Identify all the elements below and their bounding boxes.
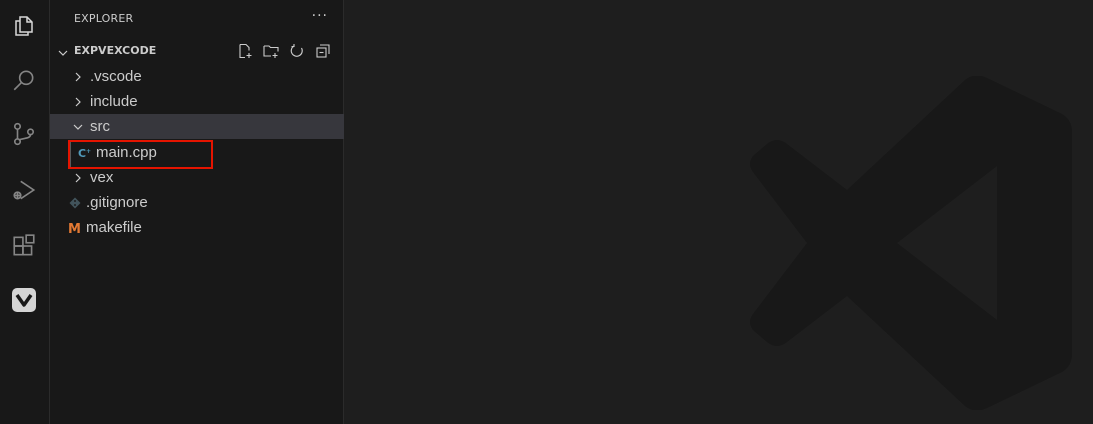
- sidebar-header: EXPLORER ···: [50, 0, 344, 38]
- chevron-down-icon: [57, 44, 69, 63]
- chevron-right-icon: [70, 170, 86, 186]
- workspace-actions: [236, 42, 332, 60]
- highlight-annotation: [68, 140, 213, 169]
- tree-item-label: src: [90, 118, 110, 135]
- new-file-icon[interactable]: [236, 42, 254, 60]
- chevron-right-icon: [70, 94, 86, 110]
- collapse-all-icon[interactable]: [314, 42, 332, 60]
- workspace-name: EXPVEXCODE: [74, 44, 157, 57]
- tree-item-vscode[interactable]: .vscode: [50, 64, 344, 89]
- tree-item-gitignore[interactable]: .gitignore: [50, 190, 344, 215]
- explorer-icon[interactable]: [0, 2, 48, 50]
- sidebar-title: EXPLORER: [74, 12, 134, 25]
- chevron-down-icon: [70, 119, 86, 135]
- vscode-watermark-icon: [750, 76, 1072, 410]
- git-file-icon: [68, 196, 82, 210]
- refresh-icon[interactable]: [288, 42, 306, 60]
- extensions-icon[interactable]: [0, 222, 48, 270]
- tree-item-makefile[interactable]: M makefile: [50, 215, 344, 240]
- tree-item-label: makefile: [86, 219, 142, 236]
- tree-item-label: .gitignore: [86, 194, 148, 211]
- tree-item-label: .vscode: [90, 68, 142, 85]
- more-actions-icon[interactable]: ···: [312, 8, 328, 24]
- workspace-section-header[interactable]: EXPVEXCODE: [50, 40, 344, 62]
- tree-item-src[interactable]: src: [50, 114, 344, 139]
- run-debug-icon[interactable]: [0, 166, 48, 214]
- new-folder-icon[interactable]: [262, 42, 280, 60]
- svg-text:M: M: [68, 222, 81, 235]
- source-control-icon[interactable]: [0, 110, 48, 158]
- explorer-sidebar: EXPLORER ··· EXPVEXCODE .vscode include …: [50, 0, 344, 424]
- tree-item-label: include: [90, 93, 138, 110]
- search-icon[interactable]: [0, 56, 48, 104]
- editor-area: [345, 0, 1093, 424]
- vex-extension-icon[interactable]: [0, 276, 48, 324]
- chevron-right-icon: [70, 69, 86, 85]
- makefile-icon: M: [68, 221, 82, 235]
- activity-bar: [0, 0, 50, 424]
- tree-item-label: vex: [90, 169, 114, 186]
- tree-item-include[interactable]: include: [50, 89, 344, 114]
